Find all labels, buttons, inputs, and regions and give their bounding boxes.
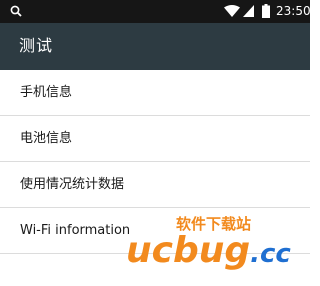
status-time: 23:50: [276, 4, 311, 18]
signal-icon: [243, 5, 254, 17]
watermark-brand: ucbug.cc: [126, 230, 291, 271]
list-item-label: 使用情况统计数据: [20, 177, 125, 192]
page-title: 测试: [19, 36, 54, 55]
wifi-icon: [224, 5, 240, 17]
list-item-phone-info[interactable]: 手机信息: [0, 70, 310, 116]
watermark-brand-main: ucbug: [126, 230, 250, 271]
list-item-label: Wi-Fi information: [20, 223, 131, 238]
list-item-label: 电池信息: [20, 131, 73, 146]
battery-icon: [262, 4, 270, 18]
list-item-usage-stats[interactable]: 使用情况统计数据: [0, 162, 310, 208]
watermark-brand-suffix: .cc: [250, 239, 291, 269]
status-bar: 23:50: [0, 0, 311, 23]
search-icon: [10, 5, 22, 17]
ucbug-watermark-logo: 软件下载站 ucbug.cc: [126, 215, 291, 271]
list-item-label: 手机信息: [20, 85, 73, 100]
list-item-battery-info[interactable]: 电池信息: [0, 116, 310, 162]
app-bar: 测试: [0, 23, 310, 70]
